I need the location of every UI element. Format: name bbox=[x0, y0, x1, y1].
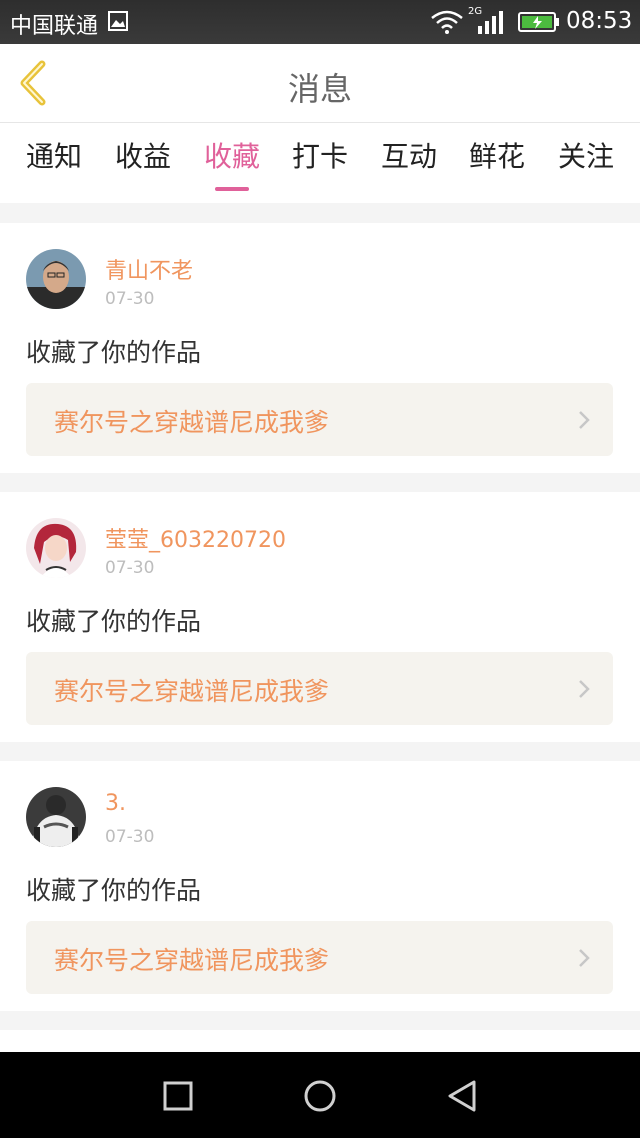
action-text: 收藏了你的作品 bbox=[26, 338, 202, 367]
tab-label: 互动 bbox=[380, 140, 437, 173]
clock: 08:53 bbox=[566, 8, 633, 34]
message-date: 07-30 bbox=[105, 558, 155, 578]
status-bar: 中国联通 2G 08:53 bbox=[0, 0, 640, 44]
image-notification-icon bbox=[108, 11, 128, 31]
signal-strength-icon bbox=[478, 11, 503, 34]
back-nav-button[interactable] bbox=[444, 1078, 480, 1114]
username[interactable]: 3. bbox=[105, 791, 126, 816]
tab-label: 通知 bbox=[25, 140, 82, 173]
work-link[interactable]: 赛尔号之穿越谱尼成我爹 bbox=[26, 652, 613, 725]
tab-flowers[interactable]: 鲜花 bbox=[457, 135, 537, 195]
user-avatar[interactable] bbox=[26, 518, 86, 578]
page-title: 消息 bbox=[287, 70, 352, 108]
work-title: 赛尔号之穿越谱尼成我爹 bbox=[54, 677, 330, 706]
tab-bar: 通知 收益 收藏 打卡 互动 鲜花 关注 bbox=[0, 123, 640, 203]
app-header: 消息 bbox=[0, 44, 640, 123]
work-title: 赛尔号之穿越谱尼成我爹 bbox=[54, 408, 330, 437]
message-date: 07-30 bbox=[105, 827, 155, 847]
work-link[interactable]: 赛尔号之穿越谱尼成我爹 bbox=[26, 383, 613, 456]
tab-follow[interactable]: 关注 bbox=[546, 135, 626, 195]
chevron-right-icon bbox=[579, 949, 590, 967]
tab-label: 打卡 bbox=[291, 140, 348, 173]
tab-label: 收藏 bbox=[203, 140, 260, 173]
username[interactable]: 莹莹_603220720 bbox=[105, 522, 286, 554]
home-button[interactable] bbox=[302, 1078, 338, 1114]
tab-earnings[interactable]: 收益 bbox=[103, 135, 183, 195]
user-avatar[interactable] bbox=[26, 787, 86, 847]
tab-interaction[interactable]: 互动 bbox=[369, 135, 449, 195]
action-text: 收藏了你的作品 bbox=[26, 607, 202, 636]
recent-apps-button[interactable] bbox=[160, 1078, 196, 1114]
tab-label: 收益 bbox=[114, 140, 171, 173]
active-tab-indicator bbox=[215, 187, 249, 191]
message-date: 07-30 bbox=[105, 289, 155, 309]
message-card-partial bbox=[0, 1030, 640, 1052]
tab-favorites[interactable]: 收藏 bbox=[192, 135, 272, 195]
user-avatar[interactable] bbox=[26, 249, 86, 309]
message-card: 3. 07-30 收藏了你的作品 赛尔号之穿越谱尼成我爹 bbox=[0, 761, 640, 1011]
tab-checkin[interactable]: 打卡 bbox=[280, 135, 360, 195]
battery-charging-icon bbox=[518, 12, 559, 32]
system-nav-bar bbox=[0, 1052, 640, 1138]
chevron-right-icon bbox=[579, 411, 590, 429]
action-text: 收藏了你的作品 bbox=[26, 876, 202, 905]
tab-label: 鲜花 bbox=[468, 140, 525, 173]
tab-label: 关注 bbox=[557, 140, 614, 173]
chevron-right-icon bbox=[579, 680, 590, 698]
work-title: 赛尔号之穿越谱尼成我爹 bbox=[54, 946, 330, 975]
username[interactable]: 青山不老 bbox=[105, 253, 193, 285]
message-card: 青山不老 07-30 收藏了你的作品 赛尔号之穿越谱尼成我爹 bbox=[0, 223, 640, 473]
message-card: 莹莹_603220720 07-30 收藏了你的作品 赛尔号之穿越谱尼成我爹 bbox=[0, 492, 640, 742]
work-link[interactable]: 赛尔号之穿越谱尼成我爹 bbox=[26, 921, 613, 994]
carrier-name: 中国联通 bbox=[10, 14, 99, 39]
wifi-icon bbox=[431, 10, 463, 34]
tab-notice[interactable]: 通知 bbox=[14, 135, 94, 195]
